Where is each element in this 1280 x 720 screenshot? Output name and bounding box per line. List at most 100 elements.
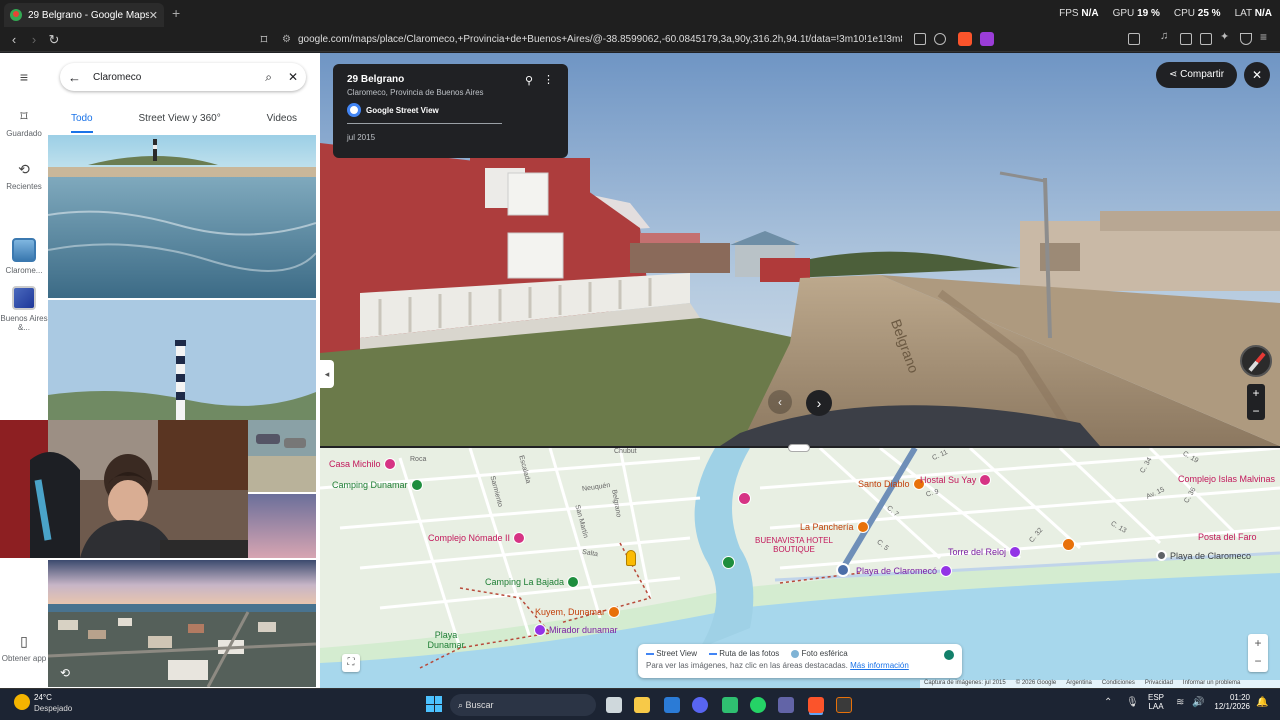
hotel-pin-icon[interactable] <box>738 492 751 505</box>
map-place[interactable]: Kuyem, Dunamar <box>535 606 621 618</box>
map-zoom-in-icon[interactable]: + <box>1248 634 1268 652</box>
brave-browser-icon[interactable] <box>808 697 824 713</box>
zoom-out-icon[interactable]: − <box>1247 402 1265 420</box>
media-icon[interactable]: ♫ <box>1160 30 1172 42</box>
notifications-icon[interactable]: 🔔 <box>1256 697 1268 708</box>
volume-icon[interactable]: 🔊 <box>1192 697 1204 708</box>
fullscreen-icon[interactable]: ⛶ <box>342 654 360 672</box>
microphone-icon[interactable]: 🎙 <box>1126 697 1139 708</box>
rail-get-app[interactable]: ▯ Obtener app <box>0 633 48 663</box>
store-icon[interactable] <box>664 697 680 713</box>
close-street-view-icon[interactable]: ✕ <box>1244 62 1270 88</box>
photo-aerial-town[interactable]: ⟲ <box>48 560 316 687</box>
leo-ai-icon[interactable]: ✦ <box>1220 30 1232 43</box>
sidebar-toggle-icon[interactable] <box>1128 33 1140 45</box>
reading-list-icon[interactable] <box>1180 33 1192 45</box>
brave-rewards-icon[interactable] <box>980 32 994 46</box>
keyboard-language[interactable]: ESP LAA <box>1148 693 1164 711</box>
teams-icon[interactable] <box>778 697 794 713</box>
nav-back-arrow-icon[interactable]: ‹ <box>768 390 792 414</box>
weather-icon[interactable] <box>14 694 30 710</box>
close-tab-icon[interactable]: ✕ <box>149 9 158 22</box>
task-view-icon[interactable] <box>606 697 622 713</box>
tray-overflow-icon[interactable]: ⌃ <box>1104 697 1112 708</box>
tab-all[interactable]: Todo <box>70 109 93 133</box>
map-place[interactable]: Playa de Claromecó <box>856 565 953 577</box>
report-problem-link[interactable]: Informar un problema <box>1183 680 1240 688</box>
restaurant-pin-icon[interactable] <box>1062 538 1075 551</box>
tab-street-view[interactable]: Street View y 360° <box>139 109 221 133</box>
map-place[interactable]: Posta del Faro <box>1198 532 1257 542</box>
map-place[interactable]: BUENAVISTA HOTEL BOUTIQUE <box>754 536 834 554</box>
more-options-icon[interactable]: ⋮ <box>543 73 554 86</box>
menu-icon[interactable]: ≡ <box>0 69 48 89</box>
back-icon[interactable]: ‹ <box>6 32 22 47</box>
wallet-icon[interactable] <box>1200 33 1212 45</box>
collapse-panel-icon[interactable]: ◂ <box>320 360 334 388</box>
map-place[interactable]: Playa de Claromeco <box>1156 550 1251 561</box>
resize-handle-icon[interactable] <box>788 444 810 452</box>
map-place[interactable]: Complejo Nómade II <box>428 532 526 544</box>
map-place[interactable]: Mirador dunamar <box>534 624 618 636</box>
site-info-icon[interactable]: ⚙ <box>282 30 292 50</box>
nav-forward-arrow-icon[interactable]: › <box>806 390 832 416</box>
windows-start-icon[interactable] <box>426 696 442 712</box>
map-zoom-out-icon[interactable]: − <box>1248 652 1268 670</box>
taskbar-search[interactable]: ⌕ Buscar <box>450 694 596 716</box>
vpn-shield-icon[interactable] <box>1240 33 1252 45</box>
country-link[interactable]: Argentina <box>1066 680 1092 688</box>
tab-videos[interactable]: Videos <box>267 109 297 133</box>
share-page-icon[interactable] <box>934 33 946 45</box>
privacy-link[interactable]: Privacidad <box>1145 680 1173 688</box>
map-pin-icon[interactable]: ⚲ <box>525 74 533 87</box>
search-box[interactable]: ← Claromeco ⌕ ✕ <box>60 63 306 91</box>
back-arrow-icon[interactable]: ← <box>68 70 81 85</box>
compass-icon[interactable] <box>1240 345 1272 377</box>
map-place[interactable]: Complejo Islas Malvinas <box>1178 474 1275 484</box>
whatsapp-icon[interactable] <box>750 697 766 713</box>
capture-date[interactable]: jul 2015 <box>347 133 554 142</box>
map-place[interactable]: Santo Diablo <box>858 478 925 490</box>
clock[interactable]: 01:20 12/1/2026 <box>1206 693 1250 711</box>
map-place[interactable]: La Panchería <box>800 521 869 533</box>
map-place[interactable]: Camping Dunamar <box>332 479 423 491</box>
forward-icon[interactable]: › <box>26 32 42 47</box>
app-icon[interactable] <box>722 697 738 713</box>
rail-recent-claromeco[interactable]: Clarome... <box>0 238 48 275</box>
clear-search-icon[interactable]: ✕ <box>288 70 298 84</box>
photo-beach-lighthouse[interactable] <box>48 135 316 298</box>
share-button[interactable]: ⋖ Compartir <box>1156 62 1237 88</box>
rail-saved[interactable]: ⌑ Guardado <box>0 108 48 138</box>
screenshot-icon[interactable] <box>914 33 926 45</box>
browser-menu-icon[interactable]: ≡ <box>1260 30 1272 44</box>
terms-link[interactable]: Condiciones <box>1102 680 1135 688</box>
discord-icon[interactable] <box>692 697 708 713</box>
legend-toggle-icon[interactable] <box>944 650 954 660</box>
zoom-in-icon[interactable]: + <box>1247 384 1265 402</box>
map-place[interactable]: Torre del Reloj <box>948 546 1022 558</box>
reload-icon[interactable]: ↻ <box>46 32 62 48</box>
weather-temp[interactable]: 24°C <box>34 693 52 702</box>
photo-sunset-sky[interactable] <box>248 494 316 558</box>
map-place[interactable]: Camping La Bajada <box>485 576 580 588</box>
map-place[interactable]: Hostal Su Yay <box>920 474 992 486</box>
more-info-link[interactable]: Más información <box>850 661 909 670</box>
brave-shields-icon[interactable] <box>958 32 972 46</box>
photo-parking[interactable] <box>248 420 316 492</box>
pegman-icon[interactable] <box>626 550 636 566</box>
map-place[interactable]: Playa Dunamar <box>426 630 466 650</box>
browser-tab[interactable]: 29 Belgrano - Google Maps ✕ <box>4 3 164 27</box>
park-pin-icon[interactable] <box>722 556 735 569</box>
url-field[interactable]: ⚙ google.com/maps/place/Claromeco,+Provin… <box>282 30 902 50</box>
new-tab-icon[interactable]: + <box>172 5 180 21</box>
bookmark-icon[interactable]: ⌑ <box>256 32 272 48</box>
photo-lighthouse[interactable] <box>48 300 316 420</box>
app-icon[interactable] <box>836 697 852 713</box>
wifi-icon[interactable]: ≋ <box>1176 697 1184 708</box>
file-explorer-icon[interactable] <box>634 697 650 713</box>
weather-condition[interactable]: Despejado <box>34 704 72 713</box>
map-place[interactable]: Casa Michilo <box>329 458 396 470</box>
search-icon[interactable]: ⌕ <box>265 70 272 85</box>
search-input[interactable]: Claromeco <box>93 72 265 83</box>
rail-recent[interactable]: ⟲ Recientes <box>0 161 48 191</box>
